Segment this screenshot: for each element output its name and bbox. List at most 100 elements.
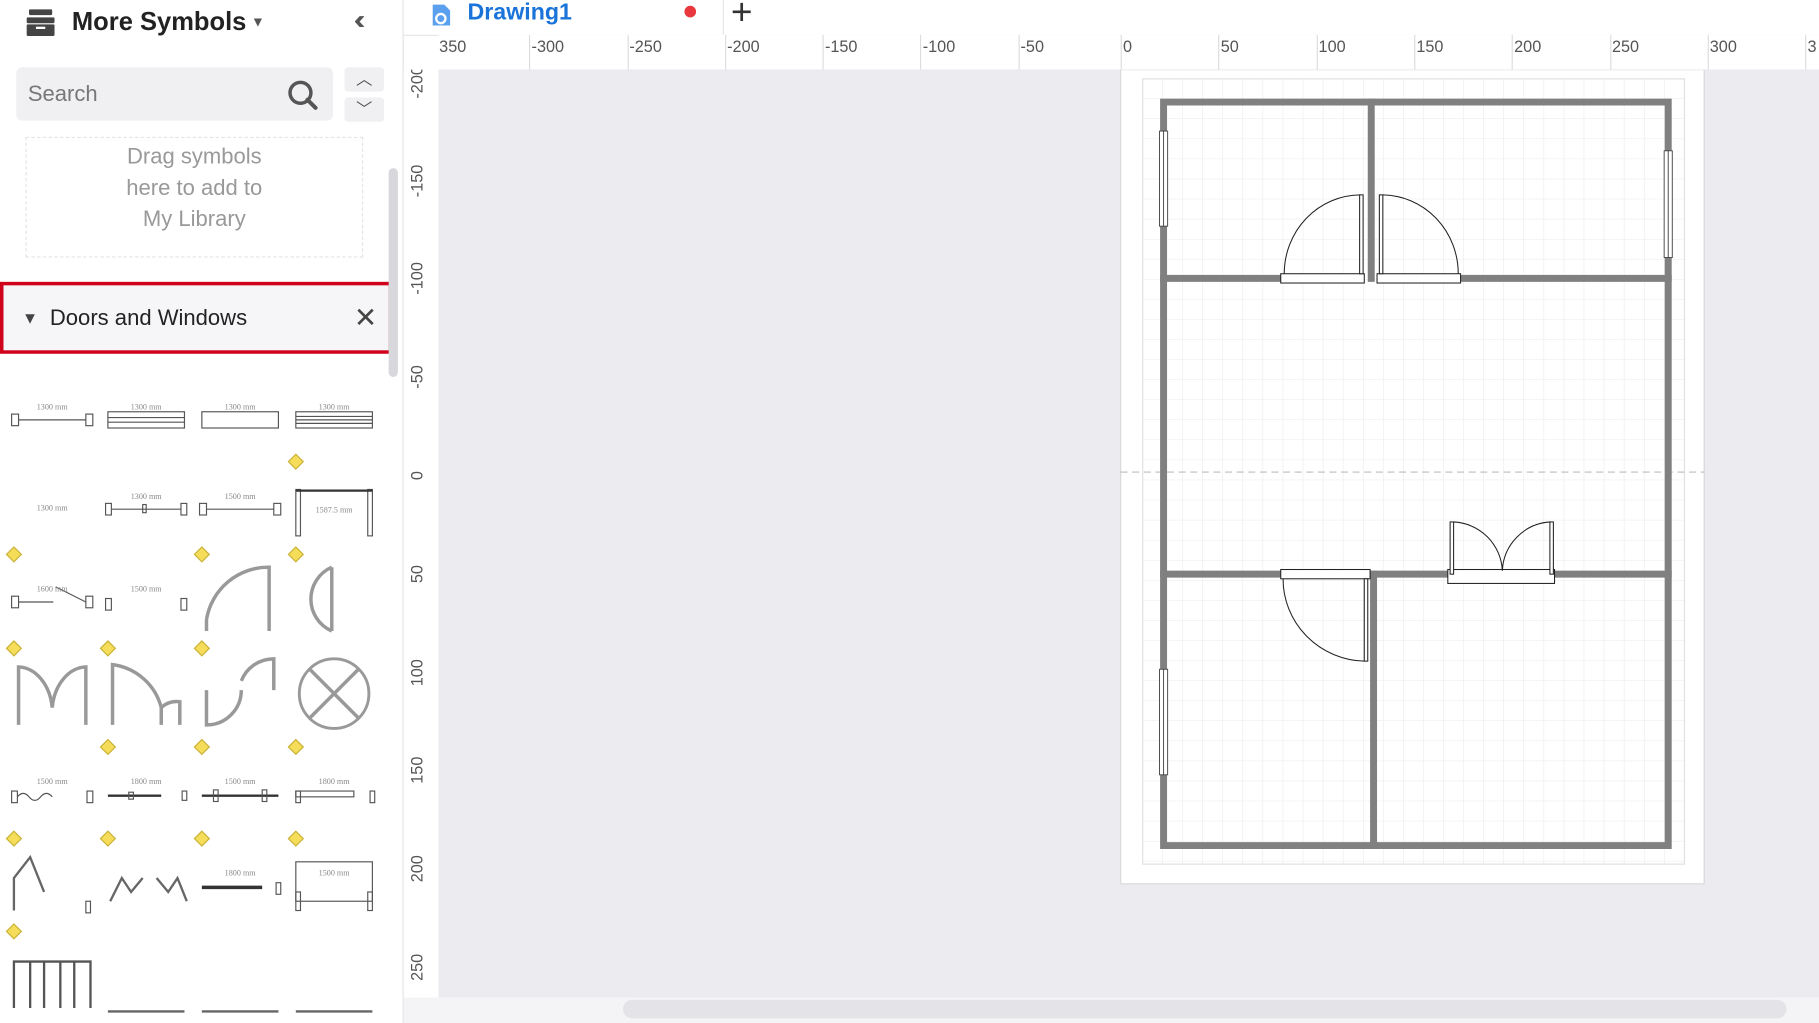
symbol-door-accordion[interactable]: 1500 mm	[9, 754, 95, 831]
symbol-door-offset[interactable]	[197, 655, 283, 732]
symbol-door-unequal[interactable]	[103, 655, 189, 732]
ruler-tick	[822, 34, 824, 70]
ruler-tick	[529, 34, 531, 70]
close-icon[interactable]: ✕	[354, 302, 377, 336]
handle-diamond-icon	[5, 830, 23, 847]
symbol-size-label: 1800 mm	[130, 777, 162, 787]
handle-diamond-icon	[5, 640, 23, 657]
handle-diamond-icon	[99, 830, 117, 847]
plus-icon[interactable]: +	[731, 0, 753, 34]
ruler-tick	[1805, 34, 1807, 70]
door-pocket-icon	[201, 789, 279, 803]
handle-diamond-icon	[193, 640, 211, 657]
horizontal-scrollbar[interactable]	[403, 997, 1819, 1023]
ruler-label: 0	[407, 471, 426, 481]
collapse-panel-button[interactable]: ‹‹	[354, 5, 366, 37]
symbol-size-label: 1500 mm	[224, 777, 256, 787]
symbol-window-sliding[interactable]: 1300 mm	[9, 379, 95, 456]
symbol-size-label: 1800 mm	[224, 868, 256, 879]
scrollbar-thumb[interactable]	[622, 999, 1787, 1019]
symbol-size-label: 1500 mm	[224, 491, 256, 502]
unsaved-indicator	[684, 5, 697, 18]
drawing-canvas[interactable]	[438, 69, 1819, 998]
handle-diamond-icon	[193, 830, 211, 847]
symbol-door-double-swing[interactable]	[291, 561, 377, 638]
dropzone-text: here to add to	[126, 176, 263, 201]
door-bifold-icon	[12, 854, 92, 914]
symbol-opening[interactable]: 1300 mm	[9, 469, 95, 546]
handle-diamond-icon	[99, 738, 117, 756]
window-bifold-icon	[104, 502, 188, 516]
ruler-label: 50	[407, 564, 426, 583]
symbol-door-slide-wall[interactable]: 1800 mm	[197, 846, 283, 923]
search-input[interactable]: Search	[16, 67, 333, 121]
door-folding-icon	[12, 960, 92, 1008]
library-title-dropdown[interactable]: More Symbols ▼	[72, 7, 265, 37]
symbol-line-partial[interactable]	[103, 938, 189, 1015]
sidebar-scrollbar[interactable]	[388, 168, 398, 377]
door-unequal-icon	[110, 662, 182, 725]
door-garage-icon	[295, 861, 373, 912]
symbol-window-double[interactable]: 1300 mm	[103, 379, 189, 456]
scroll-up-button[interactable]: ︿	[344, 67, 384, 92]
ruler-label: -150	[407, 164, 426, 197]
handle-diamond-icon	[287, 738, 305, 756]
vertical-ruler: -200 -150 -100 -50 0 50 100 150 200 250	[403, 69, 440, 998]
symbol-door-bypass[interactable]: 1800 mm	[291, 754, 377, 831]
symbol-wall-opening[interactable]: 1500 mm	[103, 561, 189, 638]
symbol-window-bifold[interactable]: 1300 mm	[103, 469, 189, 546]
horizontal-ruler: -350 -300 -250 -200 -150 -100 -50 0 50 100 150 200 2…	[438, 34, 1819, 71]
ruler-tick	[1316, 34, 1318, 70]
handle-diamond-icon	[99, 640, 117, 657]
symbol-door-bifold[interactable]	[9, 846, 95, 923]
symbol-door-pocket[interactable]: 1500 mm	[197, 754, 283, 831]
door-double-swing-icon	[309, 565, 334, 633]
symbol-size-label: 1800 mm	[318, 777, 350, 787]
handle-diamond-icon	[287, 453, 305, 470]
symbol-door-revolving[interactable]	[291, 655, 377, 732]
ruler-tick	[724, 34, 726, 70]
library-section-doors-and-windows[interactable]: ▼ Doors and Windows ✕	[0, 281, 393, 354]
symbol-door-bifold-double[interactable]	[103, 846, 189, 923]
symbol-grid: 1300 mm 1300 mm 1300 mm 1300 mm 1300 mm 1300 …	[0, 371, 389, 1023]
symbol-door-double[interactable]	[9, 655, 95, 732]
dropzone-text: My Library	[142, 207, 246, 232]
ruler-label: 100	[407, 658, 426, 686]
wall-opening-icon	[104, 597, 188, 611]
symbol-bay-window[interactable]: 1587.5 mm	[291, 469, 377, 546]
symbol-door-folding[interactable]	[9, 938, 95, 1015]
line-partial-icon	[201, 1010, 279, 1013]
library-title: More Symbols	[71, 6, 247, 36]
tab-drawing1[interactable]: Drawing1	[468, 0, 572, 27]
symbol-window-pivot[interactable]: 1600 mm	[9, 561, 95, 638]
scroll-down-button[interactable]: ﹀	[344, 97, 384, 122]
symbol-size-label: 1300 mm	[130, 491, 162, 502]
line-partial-icon	[107, 1010, 185, 1013]
ruler-label: 250	[407, 953, 426, 981]
handle-diamond-icon	[287, 546, 305, 563]
ruler-tick	[627, 34, 629, 70]
ruler-label: 300	[1709, 37, 1737, 56]
triangle-down-icon[interactable]: ▼	[22, 309, 38, 328]
door-slide-wall-icon	[201, 882, 282, 895]
symbol-door-sliding[interactable]: 1800 mm	[103, 754, 189, 831]
symbol-door-single[interactable]	[197, 561, 283, 638]
ruler-label: 150	[1416, 37, 1444, 56]
ruler-tick	[1609, 34, 1611, 70]
ruler-label: -50	[1020, 37, 1044, 56]
ruler-tick	[1018, 34, 1020, 70]
door-accordion-icon	[11, 790, 94, 804]
symbol-window-fixed[interactable]: 1300 mm	[197, 379, 283, 456]
symbol-library-panel: More Symbols ▼ ‹‹ Search ︿ ﹀ Drag symbols…	[0, 0, 404, 1023]
symbol-size-label: 1300 mm	[130, 402, 162, 412]
search-icon[interactable]	[287, 79, 319, 111]
symbol-line-partial[interactable]	[197, 938, 283, 1015]
symbol-window-sliding[interactable]: 1500 mm	[197, 469, 283, 546]
symbol-window-triple[interactable]: 1300 mm	[291, 379, 377, 456]
symbol-line-partial[interactable]	[291, 938, 377, 1015]
symbol-size-label: 1500 mm	[36, 777, 68, 787]
my-library-dropzone[interactable]: Drag symbols here to add to My Library	[25, 136, 364, 258]
ruler-label: -100	[407, 262, 426, 296]
symbol-door-garage[interactable]: 1500 mm	[291, 846, 377, 923]
ruler-label: 150	[407, 757, 426, 785]
